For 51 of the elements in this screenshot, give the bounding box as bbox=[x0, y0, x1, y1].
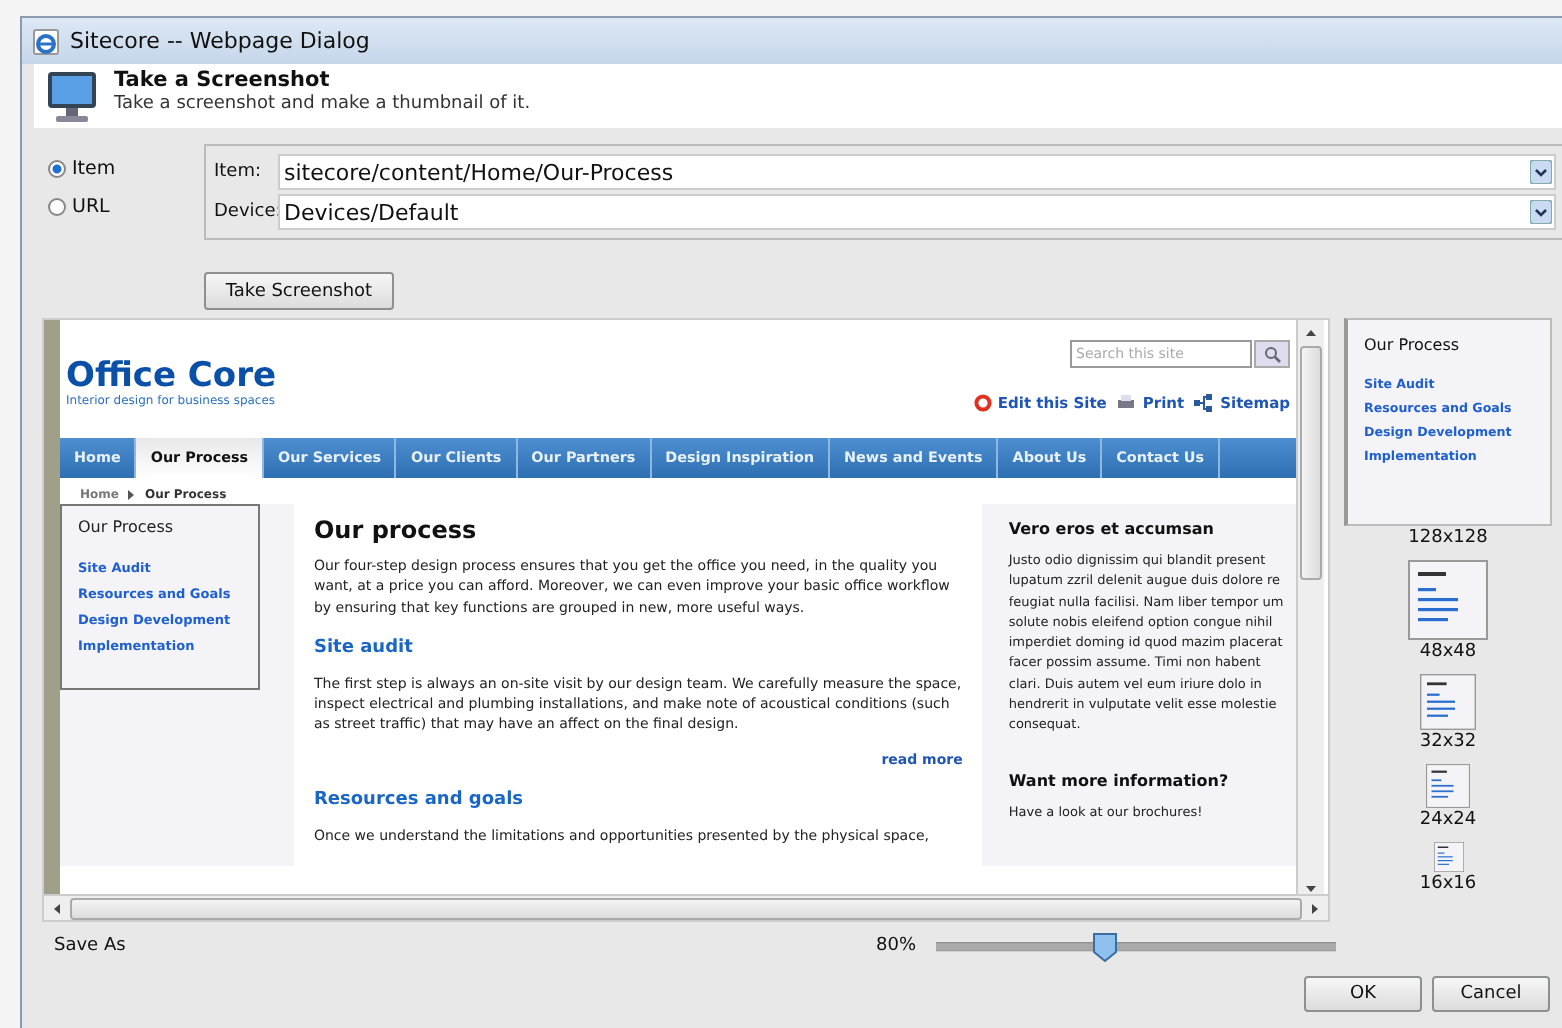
horizontal-scrollbar[interactable] bbox=[44, 894, 1328, 920]
aside-heading: Vero eros et accumsan bbox=[1008, 520, 1216, 538]
printer-icon bbox=[1116, 394, 1137, 412]
thumbnail-size-label: 24x24 bbox=[1419, 810, 1477, 830]
monitor-icon bbox=[46, 68, 98, 124]
thumbnail-drawing[interactable] bbox=[1426, 764, 1470, 808]
sitemap-icon bbox=[1194, 394, 1215, 412]
vertical-scrollbar[interactable] bbox=[1296, 320, 1324, 894]
breadcrumb-arrow-icon bbox=[126, 489, 137, 499]
scroll-thumb[interactable] bbox=[70, 897, 1302, 919]
dialog-description: Take a screenshot and make a thumbnail of it. bbox=[114, 94, 531, 114]
section-heading[interactable]: Site audit bbox=[313, 637, 963, 658]
thumbnail-drawing[interactable] bbox=[1433, 842, 1463, 872]
take-screenshot-button[interactable]: Take Screenshot bbox=[204, 272, 394, 310]
scroll-right-icon bbox=[1310, 901, 1320, 915]
section-heading[interactable]: Resources and goals bbox=[313, 789, 963, 810]
zoom-reading: 80% bbox=[876, 936, 919, 956]
field-label: Item: bbox=[214, 162, 264, 182]
search-icon bbox=[1263, 345, 1281, 363]
source-radio[interactable]: Item bbox=[48, 158, 204, 180]
thumbnail-title: Our Process bbox=[1364, 336, 1462, 354]
thumbnail-size-label: 128x128 bbox=[1408, 528, 1488, 548]
aside-heading: Want more information? bbox=[1008, 771, 1231, 790]
page-heading: Our process bbox=[313, 516, 479, 544]
search-button[interactable] bbox=[1254, 340, 1290, 368]
thumbnail-size-label: 32x32 bbox=[1419, 732, 1477, 752]
save-as-label: Save As bbox=[54, 936, 128, 956]
path-dropdown[interactable]: sitecore/content/Home/Our-Process bbox=[278, 154, 1556, 190]
thumbnail-size-label: 48x48 bbox=[1419, 642, 1477, 662]
dialog-button[interactable]: Cancel bbox=[1432, 976, 1550, 1012]
thumbnail-size-label: 16x16 bbox=[1419, 874, 1477, 894]
dialog-heading: Take a Screenshot bbox=[114, 68, 332, 92]
thumbnail-drawing[interactable] bbox=[1408, 560, 1488, 640]
ring-icon bbox=[973, 394, 992, 412]
dropdown-arrow-icon bbox=[1530, 200, 1552, 224]
field-label: Device: bbox=[214, 202, 278, 222]
dialog-button[interactable]: OK bbox=[1304, 976, 1422, 1012]
side-nav-title: Our Process bbox=[78, 518, 176, 536]
radio-circle[interactable] bbox=[48, 198, 66, 216]
thumbnail-drawing[interactable] bbox=[1420, 674, 1476, 730]
browser-icon bbox=[32, 27, 60, 55]
source-radio[interactable]: URL bbox=[48, 196, 204, 218]
path-dropdown[interactable]: Devices/Default bbox=[278, 194, 1556, 230]
window-title: Sitecore -- Webpage Dialog bbox=[70, 28, 370, 54]
scroll-thumb[interactable] bbox=[1300, 346, 1322, 580]
radio-circle[interactable] bbox=[48, 160, 66, 178]
dropdown-arrow-icon bbox=[1530, 160, 1552, 184]
scroll-left-icon bbox=[52, 901, 62, 915]
site-logo: Office Core bbox=[66, 360, 277, 394]
slider-thumb[interactable] bbox=[1092, 931, 1118, 961]
scroll-up-icon bbox=[1304, 328, 1318, 338]
